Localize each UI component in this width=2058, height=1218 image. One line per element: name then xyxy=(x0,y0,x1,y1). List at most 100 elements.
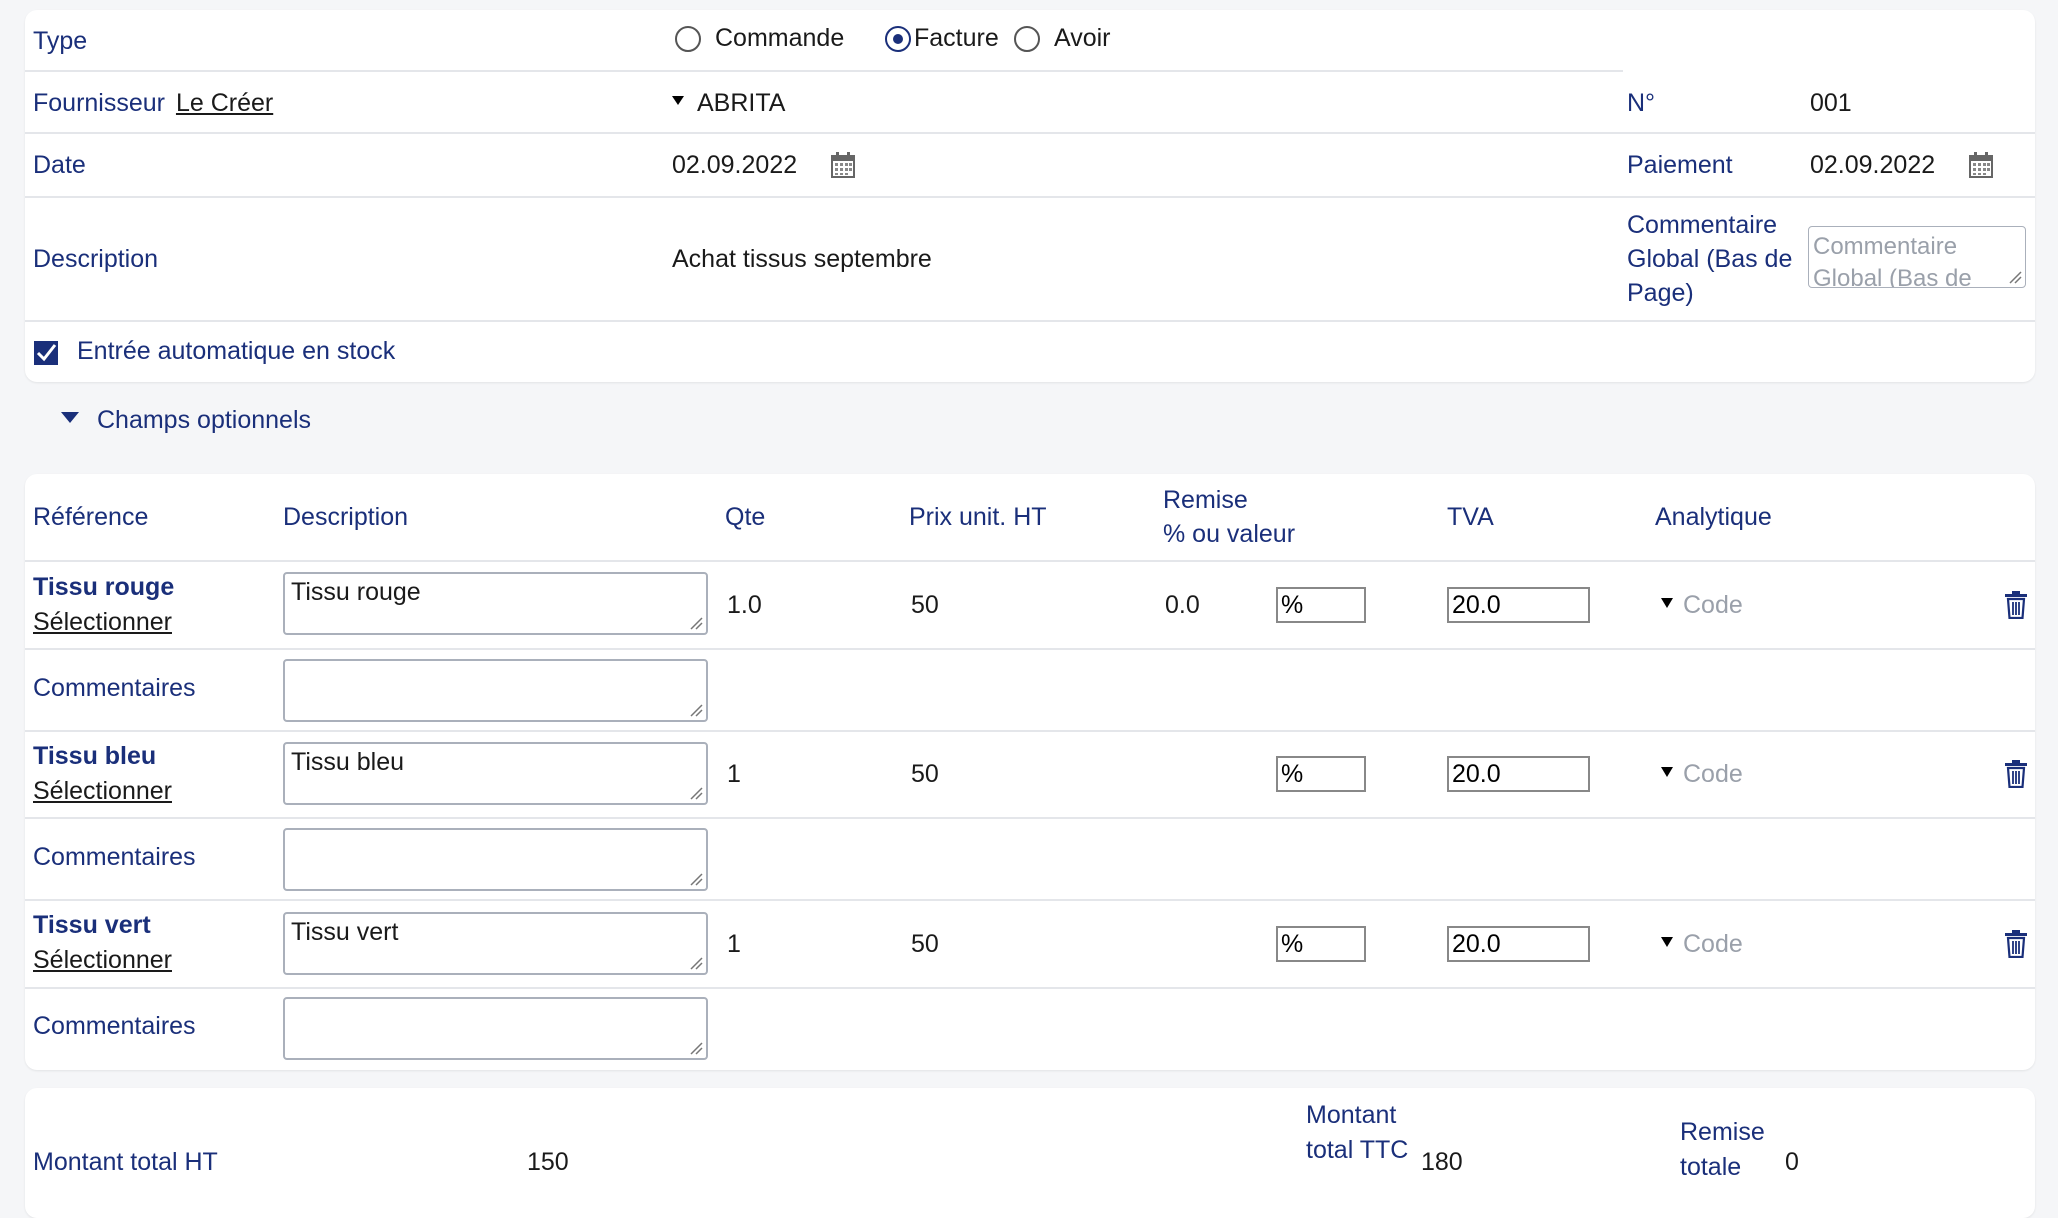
analytic-dropdown-caret-icon[interactable] xyxy=(1661,937,1673,947)
line-comments-label: Commentaires xyxy=(33,1012,196,1040)
global-comment-label: Commentaire Global (Bas de Page) xyxy=(1627,211,1793,307)
radio-avoir[interactable] xyxy=(1014,26,1040,52)
line-unit-price[interactable]: 50 xyxy=(911,930,939,959)
radio-facture-label[interactable]: Facture xyxy=(914,24,999,53)
calendar-icon[interactable] xyxy=(1969,152,1993,178)
invoice-lines-card: Référence Description Qte Prix unit. HT … xyxy=(25,474,2035,1070)
trash-icon[interactable] xyxy=(2004,930,2028,958)
col-unit-price: Prix unit. HT xyxy=(909,503,1047,531)
radio-avoir-label[interactable]: Avoir xyxy=(1054,24,1111,53)
discount-type-select[interactable]: % xyxy=(1276,587,1366,623)
supplier-create-link[interactable]: Le Créer xyxy=(176,89,273,117)
line-qty[interactable]: 1 xyxy=(727,760,741,789)
analytic-dropdown-caret-icon[interactable] xyxy=(1661,767,1673,777)
col-vat: TVA xyxy=(1447,503,1494,531)
optional-fields-toggle[interactable]: Champs optionnels xyxy=(97,406,311,435)
supplier-label-text: Fournisseur xyxy=(33,89,165,117)
divider xyxy=(25,132,2035,134)
number-label: N° xyxy=(1627,89,1656,117)
date-input[interactable]: 02.09.2022 xyxy=(672,151,797,180)
line-comments-label: Commentaires xyxy=(33,674,196,702)
divider xyxy=(25,987,2035,989)
line-description-text: Tissu vert xyxy=(291,918,399,946)
trash-icon[interactable] xyxy=(2004,760,2028,788)
total-ht-label: Montant total HT xyxy=(33,1148,218,1176)
total-ht-value: 150 xyxy=(527,1148,569,1176)
trash-icon[interactable] xyxy=(2004,591,2028,619)
resize-grip-icon[interactable] xyxy=(689,872,703,886)
line-description-textarea[interactable]: Tissu rouge xyxy=(283,572,708,635)
resize-grip-icon[interactable] xyxy=(689,703,703,717)
resize-grip-icon[interactable] xyxy=(689,956,703,970)
calendar-icon[interactable] xyxy=(831,152,855,178)
divider xyxy=(25,817,2035,819)
auto-stock-checkbox[interactable] xyxy=(33,340,59,366)
auto-stock-label[interactable]: Entrée automatique en stock xyxy=(77,337,395,366)
resize-grip-icon[interactable] xyxy=(2008,270,2022,284)
line-reference: Tissu bleu xyxy=(33,742,157,770)
select-product-link[interactable]: Sélectionner xyxy=(33,608,172,637)
line-description-textarea[interactable]: Tissu bleu xyxy=(283,742,708,805)
vat-input[interactable]: 20.0 xyxy=(1447,756,1590,792)
analytic-code-select[interactable]: Code xyxy=(1683,760,1743,789)
col-description: Description xyxy=(283,503,409,531)
payment-date-input[interactable]: 02.09.2022 xyxy=(1810,151,1935,180)
col-qty: Qte xyxy=(725,503,766,531)
select-product-link[interactable]: Sélectionner xyxy=(33,946,172,975)
line-comments-label: Commentaires xyxy=(33,843,196,871)
divider xyxy=(25,730,2035,732)
col-discount-line2: % ou valeur xyxy=(1163,520,1296,548)
divider xyxy=(25,70,1623,72)
resize-grip-icon[interactable] xyxy=(689,616,703,630)
global-comment-placeholder: Commentaire Global (Bas de Page) xyxy=(1813,233,1972,288)
analytic-code-select[interactable]: Code xyxy=(1683,930,1743,959)
divider xyxy=(25,560,2035,562)
payment-label: Paiement xyxy=(1627,151,1733,179)
total-discount-value: 0 xyxy=(1785,1148,1799,1176)
supplier-label: Fournisseur Le Créer xyxy=(33,89,273,118)
line-comments-textarea[interactable] xyxy=(283,659,708,722)
line-reference: Tissu rouge xyxy=(33,573,175,601)
analytic-dropdown-caret-icon[interactable] xyxy=(1661,598,1673,608)
description-label: Description xyxy=(33,245,159,273)
line-description-text: Tissu rouge xyxy=(291,578,421,606)
line-unit-price[interactable]: 50 xyxy=(911,591,939,620)
select-product-link[interactable]: Sélectionner xyxy=(33,777,172,806)
analytic-code-select[interactable]: Code xyxy=(1683,591,1743,620)
vat-input[interactable]: 20.0 xyxy=(1447,587,1590,623)
col-analytic: Analytique xyxy=(1655,503,1772,531)
resize-grip-icon[interactable] xyxy=(689,1041,703,1055)
discount-type-select[interactable]: % xyxy=(1276,756,1366,792)
type-label: Type xyxy=(33,27,88,55)
line-discount[interactable]: 0.0 xyxy=(1165,591,1200,620)
line-description-textarea[interactable]: Tissu vert xyxy=(283,912,708,975)
resize-grip-icon[interactable] xyxy=(689,786,703,800)
line-unit-price[interactable]: 50 xyxy=(911,760,939,789)
divider xyxy=(25,196,2035,198)
vat-input[interactable]: 20.0 xyxy=(1447,926,1590,962)
divider xyxy=(25,320,2035,322)
line-comments-textarea[interactable] xyxy=(283,997,708,1060)
global-comment-textarea[interactable]: Commentaire Global (Bas de Page) xyxy=(1808,226,2026,288)
line-qty[interactable]: 1 xyxy=(727,930,741,959)
radio-commande-label[interactable]: Commande xyxy=(715,24,844,53)
divider xyxy=(25,648,2035,650)
total-discount-label: Remise totale xyxy=(1680,1118,1765,1181)
line-comments-textarea[interactable] xyxy=(283,828,708,891)
discount-type-select[interactable]: % xyxy=(1276,926,1366,962)
number-value[interactable]: 001 xyxy=(1810,89,1852,118)
line-description-text: Tissu bleu xyxy=(291,748,405,776)
supplier-dropdown-caret-icon[interactable] xyxy=(672,96,684,105)
supplier-select[interactable]: ABRITA xyxy=(697,89,785,118)
total-ttc-label: Montant total TTC xyxy=(1306,1101,1409,1164)
date-label: Date xyxy=(33,151,86,179)
radio-commande[interactable] xyxy=(675,26,701,52)
line-reference: Tissu vert xyxy=(33,911,151,939)
description-input[interactable]: Achat tissus septembre xyxy=(672,245,932,274)
divider xyxy=(25,899,2035,901)
col-reference: Référence xyxy=(33,503,149,531)
chevron-down-icon[interactable] xyxy=(61,412,79,424)
total-ttc-value: 180 xyxy=(1421,1148,1463,1176)
radio-facture[interactable] xyxy=(885,26,911,52)
line-qty[interactable]: 1.0 xyxy=(727,591,762,620)
